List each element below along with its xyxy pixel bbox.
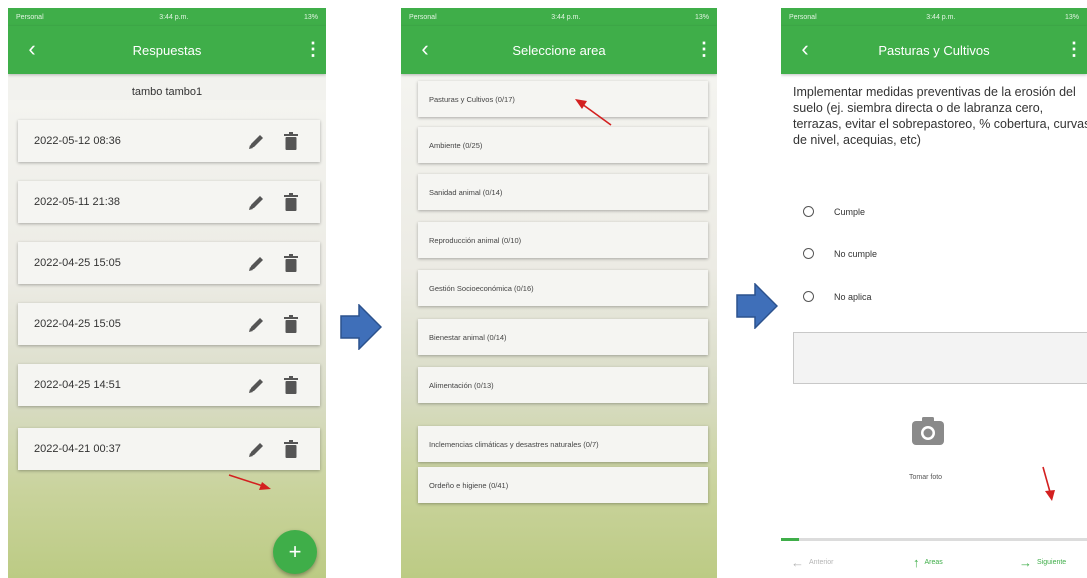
edit-pencil-icon[interactable]	[248, 376, 264, 394]
battery-label: 13%	[303, 13, 318, 21]
time-label: 3:44 p.m.	[159, 13, 189, 21]
option-label: No aplica	[834, 291, 872, 302]
app-bar: ‹ Pasturas y Cultivos ⋮	[781, 26, 1087, 74]
screen-title: Pasturas y Cultivos	[878, 42, 990, 58]
flow-arrow-2	[736, 283, 778, 329]
status-bar: Personal 3:44 p.m. 13%	[8, 8, 326, 26]
arrow-left-icon: ←	[791, 554, 804, 570]
area-item[interactable]: Ordeño e higiene (0/41)	[418, 467, 708, 503]
next-button[interactable]: → Siguiente	[1019, 555, 1066, 570]
edit-pencil-icon[interactable]	[248, 254, 264, 272]
battery-label: 13%	[1064, 13, 1079, 21]
app-bar: ‹ Respuestas ⋮	[8, 26, 326, 74]
radio-button[interactable]	[803, 248, 814, 259]
area-item[interactable]: Alimentación (0/13)	[418, 367, 708, 403]
answer-row[interactable]: 2022-04-21 00:37	[18, 428, 320, 470]
area-item[interactable]: Reproducción animal (0/10)	[418, 222, 708, 258]
next-label: Siguiente	[1037, 558, 1067, 566]
back-arrow-icon[interactable]: ‹	[793, 36, 817, 64]
annotation-arrow-area	[575, 99, 612, 126]
area-item[interactable]: Ambiente (0/25)	[418, 127, 708, 163]
answer-row[interactable]: 2022-04-25 14:51	[18, 364, 320, 406]
more-options-icon[interactable]: ⋮	[304, 36, 322, 64]
arrow-up-icon: ↑	[913, 554, 920, 570]
previous-label: Anterior	[809, 558, 834, 566]
radio-button[interactable]	[803, 206, 814, 217]
area-item[interactable]: Bienestar animal (0/14)	[418, 319, 708, 355]
annotation-arrow-fab	[228, 474, 271, 490]
carrier-label: Personal	[409, 13, 437, 21]
previous-button[interactable]: ← Anterior	[791, 555, 834, 570]
delete-trash-icon[interactable]	[284, 315, 298, 333]
answer-row[interactable]: 2022-04-25 15:05	[18, 242, 320, 284]
option-label: Cumple	[834, 206, 866, 217]
option-cumple[interactable]: Cumple	[803, 206, 865, 217]
progress-bar	[781, 538, 1087, 541]
edit-pencil-icon[interactable]	[248, 193, 264, 211]
answer-date: 2022-05-11 21:38	[34, 196, 121, 208]
app-bar: ‹ Seleccione area ⋮	[401, 26, 717, 74]
back-arrow-icon[interactable]: ‹	[413, 36, 437, 64]
areas-label: Areas	[924, 558, 943, 566]
answer-date: 2022-04-25 15:05	[34, 257, 121, 269]
edit-pencil-icon[interactable]	[248, 132, 264, 150]
edit-pencil-icon[interactable]	[248, 315, 264, 333]
answer-date: 2022-05-12 08:36	[34, 135, 121, 147]
area-item[interactable]: Inclemencias climáticas y desastres natu…	[418, 426, 708, 462]
delete-trash-icon[interactable]	[284, 440, 298, 458]
screen-title: Seleccione area	[512, 42, 606, 58]
farm-name: tambo tambo1	[131, 86, 203, 98]
more-options-icon[interactable]: ⋮	[1065, 36, 1083, 64]
bottom-navigation: ← Anterior ↑ Areas → Siguiente	[781, 546, 1087, 578]
question-text: Implementar medidas preventivas de la er…	[793, 85, 1087, 147]
option-label: No cumple	[834, 248, 878, 259]
option-no-aplica[interactable]: No aplica	[803, 291, 872, 302]
delete-trash-icon[interactable]	[284, 376, 298, 394]
option-no-cumple[interactable]: No cumple	[803, 248, 877, 259]
area-item[interactable]: Pasturas y Cultivos (0/17)	[418, 81, 708, 117]
answers-screen: Personal 3:44 p.m. 13% ‹ Respuestas ⋮ ta…	[8, 8, 326, 578]
radio-button[interactable]	[803, 291, 814, 302]
time-label: 3:44 p.m.	[551, 13, 581, 21]
take-photo-label[interactable]: Tomar foto	[909, 474, 942, 481]
answer-row[interactable]: 2022-05-11 21:38	[18, 181, 320, 223]
back-arrow-icon[interactable]: ‹	[20, 36, 44, 64]
carrier-label: Personal	[789, 13, 817, 21]
areas-button[interactable]: ↑ Areas	[913, 555, 943, 570]
area-item[interactable]: Gestión Socioeconómica (0/16)	[418, 270, 708, 306]
screen-title: Respuestas	[132, 42, 202, 58]
area-item[interactable]: Sanidad animal (0/14)	[418, 174, 708, 210]
edit-pencil-icon[interactable]	[248, 440, 264, 458]
answer-date: 2022-04-25 15:05	[34, 318, 121, 330]
answer-row[interactable]: 2022-04-25 15:05	[18, 303, 320, 345]
camera-icon[interactable]	[911, 416, 945, 446]
time-label: 3:44 p.m.	[926, 13, 956, 21]
add-answer-button[interactable]: +	[273, 530, 317, 574]
answer-row[interactable]: 2022-05-12 08:36	[18, 120, 320, 162]
more-options-icon[interactable]: ⋮	[695, 36, 713, 64]
battery-label: 13%	[694, 13, 709, 21]
comment-textarea[interactable]	[793, 332, 1087, 384]
status-bar: Personal 3:44 p.m. 13%	[781, 8, 1087, 26]
progress-fill	[781, 538, 800, 541]
annotation-arrow-next	[1042, 466, 1055, 501]
arrow-right-icon: →	[1019, 554, 1032, 570]
delete-trash-icon[interactable]	[284, 193, 298, 211]
flow-arrow-1	[340, 304, 382, 350]
delete-trash-icon[interactable]	[284, 254, 298, 272]
answer-date: 2022-04-25 14:51	[34, 379, 121, 391]
status-bar: Personal 3:44 p.m. 13%	[401, 8, 717, 26]
carrier-label: Personal	[16, 13, 44, 21]
delete-trash-icon[interactable]	[284, 132, 298, 150]
area-selection-screen: Personal 3:44 p.m. 13% ‹ Seleccione area…	[401, 8, 717, 578]
answer-date: 2022-04-21 00:37	[34, 443, 121, 455]
